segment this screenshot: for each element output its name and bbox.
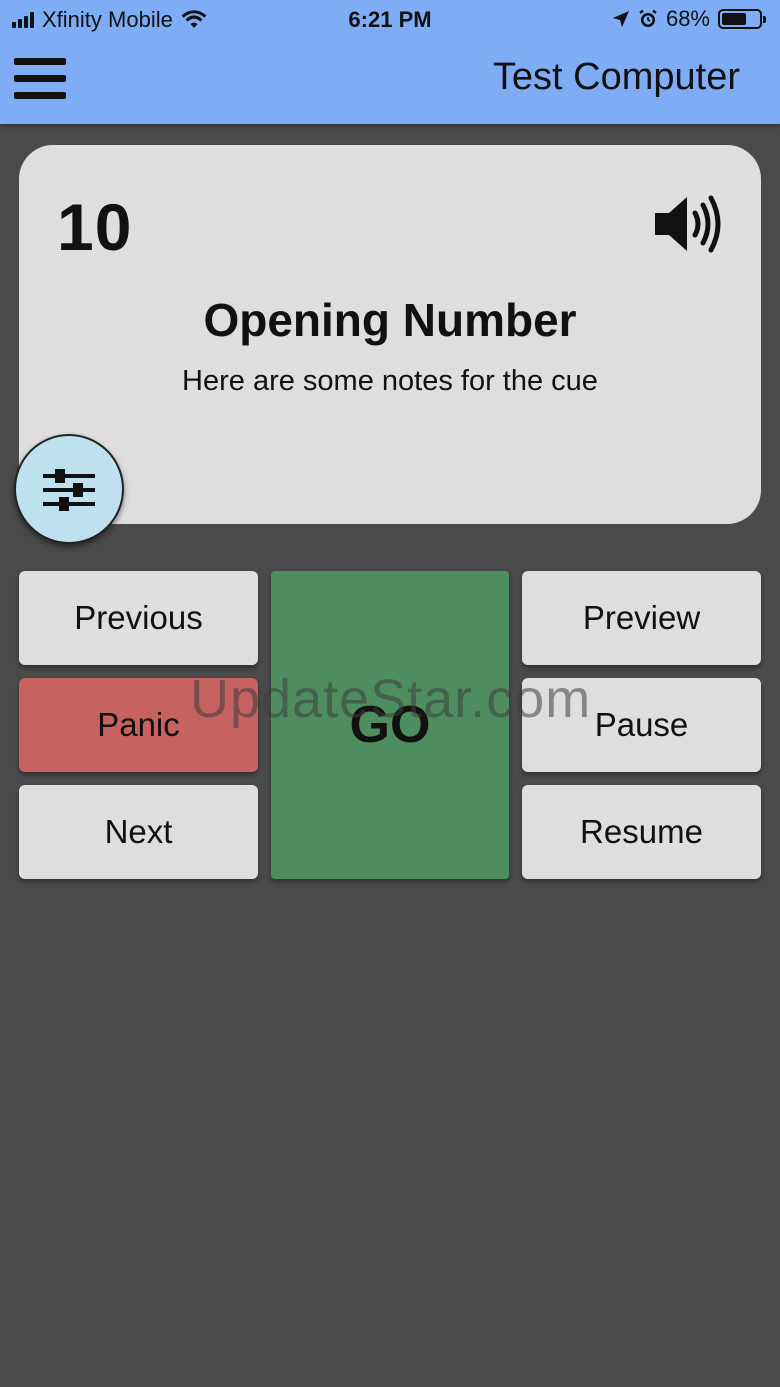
previous-button[interactable]: Previous	[19, 571, 258, 665]
page-title: Test Computer	[492, 56, 740, 98]
preview-button[interactable]: Preview	[522, 571, 761, 665]
pause-button[interactable]: Pause	[522, 678, 761, 772]
battery-level-fill	[722, 13, 746, 25]
status-bar: Xfinity Mobile 6:21 PM 68%	[0, 0, 780, 40]
app-screen: Xfinity Mobile 6:21 PM 68% Test Computer…	[0, 0, 780, 1387]
status-right: 68%	[612, 6, 766, 32]
cue-number: 10	[57, 190, 133, 264]
speaker-volume-icon[interactable]	[653, 193, 725, 255]
cue-name: Opening Number	[203, 294, 577, 346]
settings-fab-button[interactable]	[14, 434, 124, 544]
resume-button[interactable]: Resume	[522, 785, 761, 879]
alarm-icon	[639, 9, 657, 27]
top-bar: Xfinity Mobile 6:21 PM 68% Test Computer	[0, 0, 780, 124]
battery-percent: 68%	[665, 6, 710, 31]
cue-card: 10 Opening Number Here are some notes fo…	[19, 145, 761, 524]
go-button[interactable]: GO	[271, 571, 509, 879]
hamburger-menu-icon[interactable]	[14, 58, 66, 102]
cue-notes: Here are some notes for the cue	[182, 365, 598, 397]
location-icon	[612, 11, 629, 27]
next-button[interactable]: Next	[19, 785, 258, 879]
sliders-icon	[43, 469, 95, 511]
panic-button[interactable]: Panic	[19, 678, 258, 772]
battery-icon	[718, 9, 766, 29]
